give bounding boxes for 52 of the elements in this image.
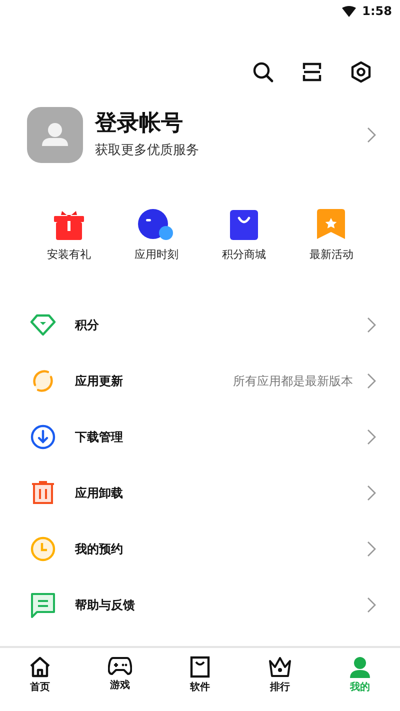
nav-tab[interactable]: 游戏 — [80, 656, 160, 711]
shopping-bag-icon[interactable] — [230, 209, 258, 241]
shortcut-label[interactable]: 应用时刻 — [134, 247, 178, 262]
refresh-icon — [30, 368, 56, 394]
chevron-icon — [367, 373, 376, 389]
nav-tab[interactable]: 排行 — [240, 656, 320, 711]
menu-label: 我的预约 — [75, 540, 124, 558]
menu-item[interactable]: 我的预约 — [0, 521, 400, 577]
menu-item[interactable]: 应用卸载 — [0, 465, 400, 521]
status-time: 1:58 — [362, 4, 392, 18]
scan-icon[interactable] — [301, 61, 323, 83]
chevron-icon — [367, 429, 376, 445]
chevron-icon — [367, 541, 376, 557]
menu-label: 下载管理 — [75, 428, 124, 446]
menu-item[interactable]: 帮助与反馈 — [0, 577, 400, 633]
wifi-icon — [342, 6, 356, 16]
menu-item[interactable]: 积分 — [0, 297, 400, 353]
bag-icon — [190, 656, 210, 678]
shortcut-label[interactable]: 积分商城 — [222, 247, 266, 262]
menu-item[interactable]: 下载管理 — [0, 409, 400, 465]
menu-item[interactable]: 应用更新 所有应用都是最新版本 — [0, 353, 400, 409]
clock-icon — [30, 536, 56, 562]
menu-detail: 所有应用都是最新版本 — [233, 372, 353, 390]
chevron-icon — [367, 485, 376, 501]
nav-tab[interactable]: 首页 — [0, 656, 80, 711]
menu-label: 应用更新 — [75, 372, 124, 390]
chevron-icon — [367, 127, 376, 143]
login-subtitle: 获取更多优质服务 — [95, 143, 200, 159]
menu-label: 积分 — [75, 316, 100, 334]
menu-label: 应用卸载 — [75, 484, 124, 502]
gamepad-icon — [108, 656, 132, 676]
login-row[interactable]: 登录帐号 获取更多优质服务 — [27, 106, 400, 164]
trash-icon — [30, 481, 56, 505]
login-title: 登录帐号 — [95, 111, 184, 137]
chat-icon — [30, 592, 56, 618]
avatar-icon — [27, 107, 83, 163]
ribbon-star-icon[interactable] — [317, 209, 346, 241]
menu-label: 帮助与反馈 — [75, 596, 136, 614]
bubble-icon[interactable] — [138, 209, 174, 241]
settings-icon[interactable] — [350, 61, 372, 83]
gift-icon[interactable] — [54, 209, 84, 241]
diamond-icon — [30, 314, 56, 336]
chevron-icon — [367, 317, 376, 333]
nav-tab[interactable]: 软件 — [160, 656, 240, 711]
crown-icon — [268, 656, 292, 678]
chevron-icon — [367, 597, 376, 613]
home-icon — [29, 656, 51, 678]
shortcut-label[interactable]: 最新活动 — [309, 247, 354, 262]
download-icon — [30, 424, 56, 450]
search-icon[interactable] — [252, 61, 274, 83]
person-icon — [349, 656, 371, 678]
shortcut-label[interactable]: 安装有礼 — [46, 247, 91, 262]
